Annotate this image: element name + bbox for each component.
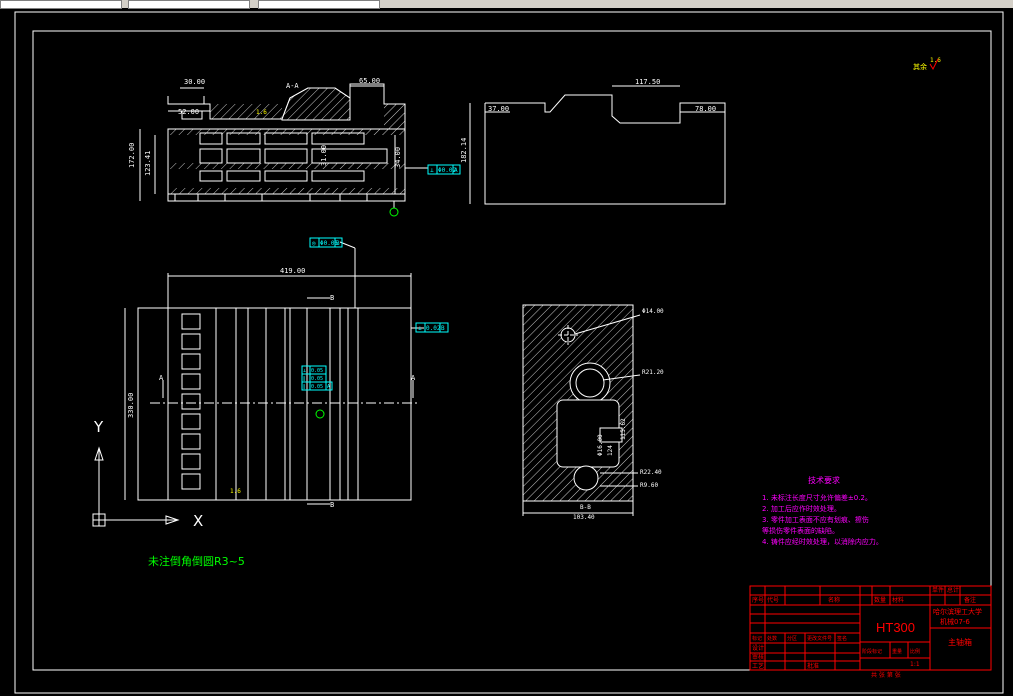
tb-mid-1: 重量 bbox=[892, 648, 902, 655]
label-b-bottom: B bbox=[330, 501, 334, 509]
dim-d14: Φ14.00 bbox=[642, 308, 664, 315]
tb-header-2: 名称 bbox=[828, 596, 840, 604]
tb-part-name: 主轴箱 bbox=[948, 637, 972, 647]
roughness-front: 1.6 bbox=[256, 109, 267, 116]
dim-r21: R21.20 bbox=[642, 369, 664, 376]
label-bb: B-B bbox=[580, 504, 591, 511]
tb-mid-0: 阶段标记 bbox=[862, 648, 882, 655]
tb-header-5: 单件 bbox=[932, 586, 944, 594]
fcf3-val: 0.02 bbox=[426, 325, 441, 332]
fcf2-datum: B bbox=[336, 240, 340, 247]
label-a-right: A bbox=[411, 374, 416, 382]
fcf1-datum: A bbox=[454, 167, 458, 174]
section-bb-view bbox=[522, 304, 641, 516]
sheet-border-inner bbox=[32, 30, 992, 671]
dim-78: 78.00 bbox=[695, 105, 716, 113]
label-b-top: B bbox=[330, 294, 334, 302]
dim-330: 330.00 bbox=[127, 393, 135, 418]
ucs-axis-icon bbox=[92, 446, 180, 527]
fcf5-sym: ∥ bbox=[303, 376, 306, 382]
tb-col-3: 更改文件号 bbox=[807, 635, 832, 642]
fcf6-val: 0.05 bbox=[311, 384, 323, 390]
dim-d16: Φ16.00 bbox=[597, 434, 604, 456]
notes-line-3: 3. 零件加工表面不应有划痕、擦伤 bbox=[762, 515, 869, 524]
tb-row-3: 批准 bbox=[807, 662, 819, 670]
dim-31: 31.00 bbox=[320, 145, 328, 166]
roughness-other-label: 其余 bbox=[913, 62, 927, 71]
side-view-dimensions: 117.50 37.00 78.00 182.14 bbox=[460, 78, 716, 163]
tb-scale: 1:1 bbox=[910, 661, 920, 668]
tb-school: 哈尔滨理工大学 bbox=[933, 607, 982, 616]
dim-r9: R9.60 bbox=[640, 482, 658, 489]
dim-117: 117.50 bbox=[635, 78, 660, 86]
fcf3-datum: B bbox=[441, 325, 445, 332]
tb-header-6: 总计 bbox=[947, 586, 959, 594]
dim-34: 34.00 bbox=[394, 147, 402, 168]
tb-footer: 共 张 第 张 bbox=[871, 671, 901, 679]
title-block bbox=[749, 585, 992, 671]
tb-row-1: 审核 bbox=[752, 653, 764, 661]
section-label-aa: A-A bbox=[286, 82, 299, 90]
front-section-view bbox=[139, 83, 428, 208]
axis-label-y: Y bbox=[93, 418, 104, 436]
fcf1-sym: ⊥ bbox=[430, 167, 434, 174]
tb-row-0: 设计 bbox=[752, 644, 764, 652]
dim-124: 124 bbox=[607, 445, 614, 456]
side-view bbox=[469, 85, 726, 205]
dim-65: 65.00 bbox=[359, 77, 380, 85]
tb-header-1: 代号 bbox=[767, 596, 779, 604]
dim-52: 52.00 bbox=[178, 108, 199, 116]
dim-182: 182.14 bbox=[460, 138, 468, 163]
dim-30: 30.00 bbox=[184, 78, 205, 86]
notes-title: 技术要求 bbox=[808, 475, 840, 485]
tb-col-2: 分区 bbox=[787, 635, 797, 642]
tb-header-0: 序号 bbox=[752, 596, 764, 604]
tb-col-0: 标记 bbox=[752, 635, 762, 642]
dim-172: 172.00 bbox=[128, 143, 136, 168]
dim-115: 115.62 bbox=[620, 418, 627, 440]
fcf2-sym: ◎ bbox=[312, 240, 316, 247]
fillet-note: 未注倒角倒圆R3~5 bbox=[148, 554, 245, 568]
datum-b-icon bbox=[315, 409, 325, 419]
plan-view-dimensions: 419.00 330.00 B B A A bbox=[127, 267, 416, 509]
axis-label-x: X bbox=[193, 512, 203, 530]
tb-header-3: 数量 bbox=[874, 596, 886, 604]
tb-mid-2: 比例 bbox=[910, 648, 920, 655]
notes-line-1: 1. 未标注长度尺寸允许偏差±0.2。 bbox=[762, 493, 872, 502]
tb-material: HT300 bbox=[876, 620, 915, 635]
tb-header-4: 材料 bbox=[892, 596, 904, 604]
fcf5-val: 0.05 bbox=[311, 376, 323, 382]
toolbar-strip bbox=[0, 0, 1013, 9]
fcf6-sym: ∥ bbox=[303, 384, 306, 390]
dim-419: 419.00 bbox=[280, 267, 305, 275]
dim-123: 123.41 bbox=[144, 151, 152, 176]
cad-canvas[interactable]: 30.00 52.00 65.00 A-A 172.00 123.41 31.0… bbox=[0, 8, 1013, 696]
notes-line-4: 等损伤零件表面的缺陷。 bbox=[762, 526, 839, 535]
tb-drawing-no: 机械07-6 bbox=[940, 617, 970, 626]
notes-line-5: 4. 铸件应经时效处理，以消除内应力。 bbox=[762, 537, 883, 546]
sheet-border-outer bbox=[14, 11, 1004, 694]
fcf4-sym: ⊥ bbox=[303, 368, 306, 374]
dim-103: 103.40 bbox=[573, 514, 595, 521]
tb-col-4: 签名 bbox=[837, 635, 847, 642]
fcf4-val: 0.05 bbox=[311, 368, 323, 374]
dim-37: 37.00 bbox=[488, 105, 509, 113]
datum-symbol-icon bbox=[389, 207, 399, 217]
plan-view bbox=[124, 241, 424, 505]
tb-header-7: 备注 bbox=[964, 596, 976, 604]
roughness-plan: 1.6 bbox=[230, 488, 241, 495]
tb-row-2: 工艺 bbox=[752, 662, 764, 670]
notes-line-2: 2. 加工后应作时效处理。 bbox=[762, 504, 841, 513]
dim-r22: R22.40 bbox=[640, 469, 662, 476]
fcf3-sym: ⊥ bbox=[418, 325, 422, 332]
tb-col-1: 处数 bbox=[767, 635, 777, 642]
fcf6-datum: A bbox=[327, 384, 330, 390]
